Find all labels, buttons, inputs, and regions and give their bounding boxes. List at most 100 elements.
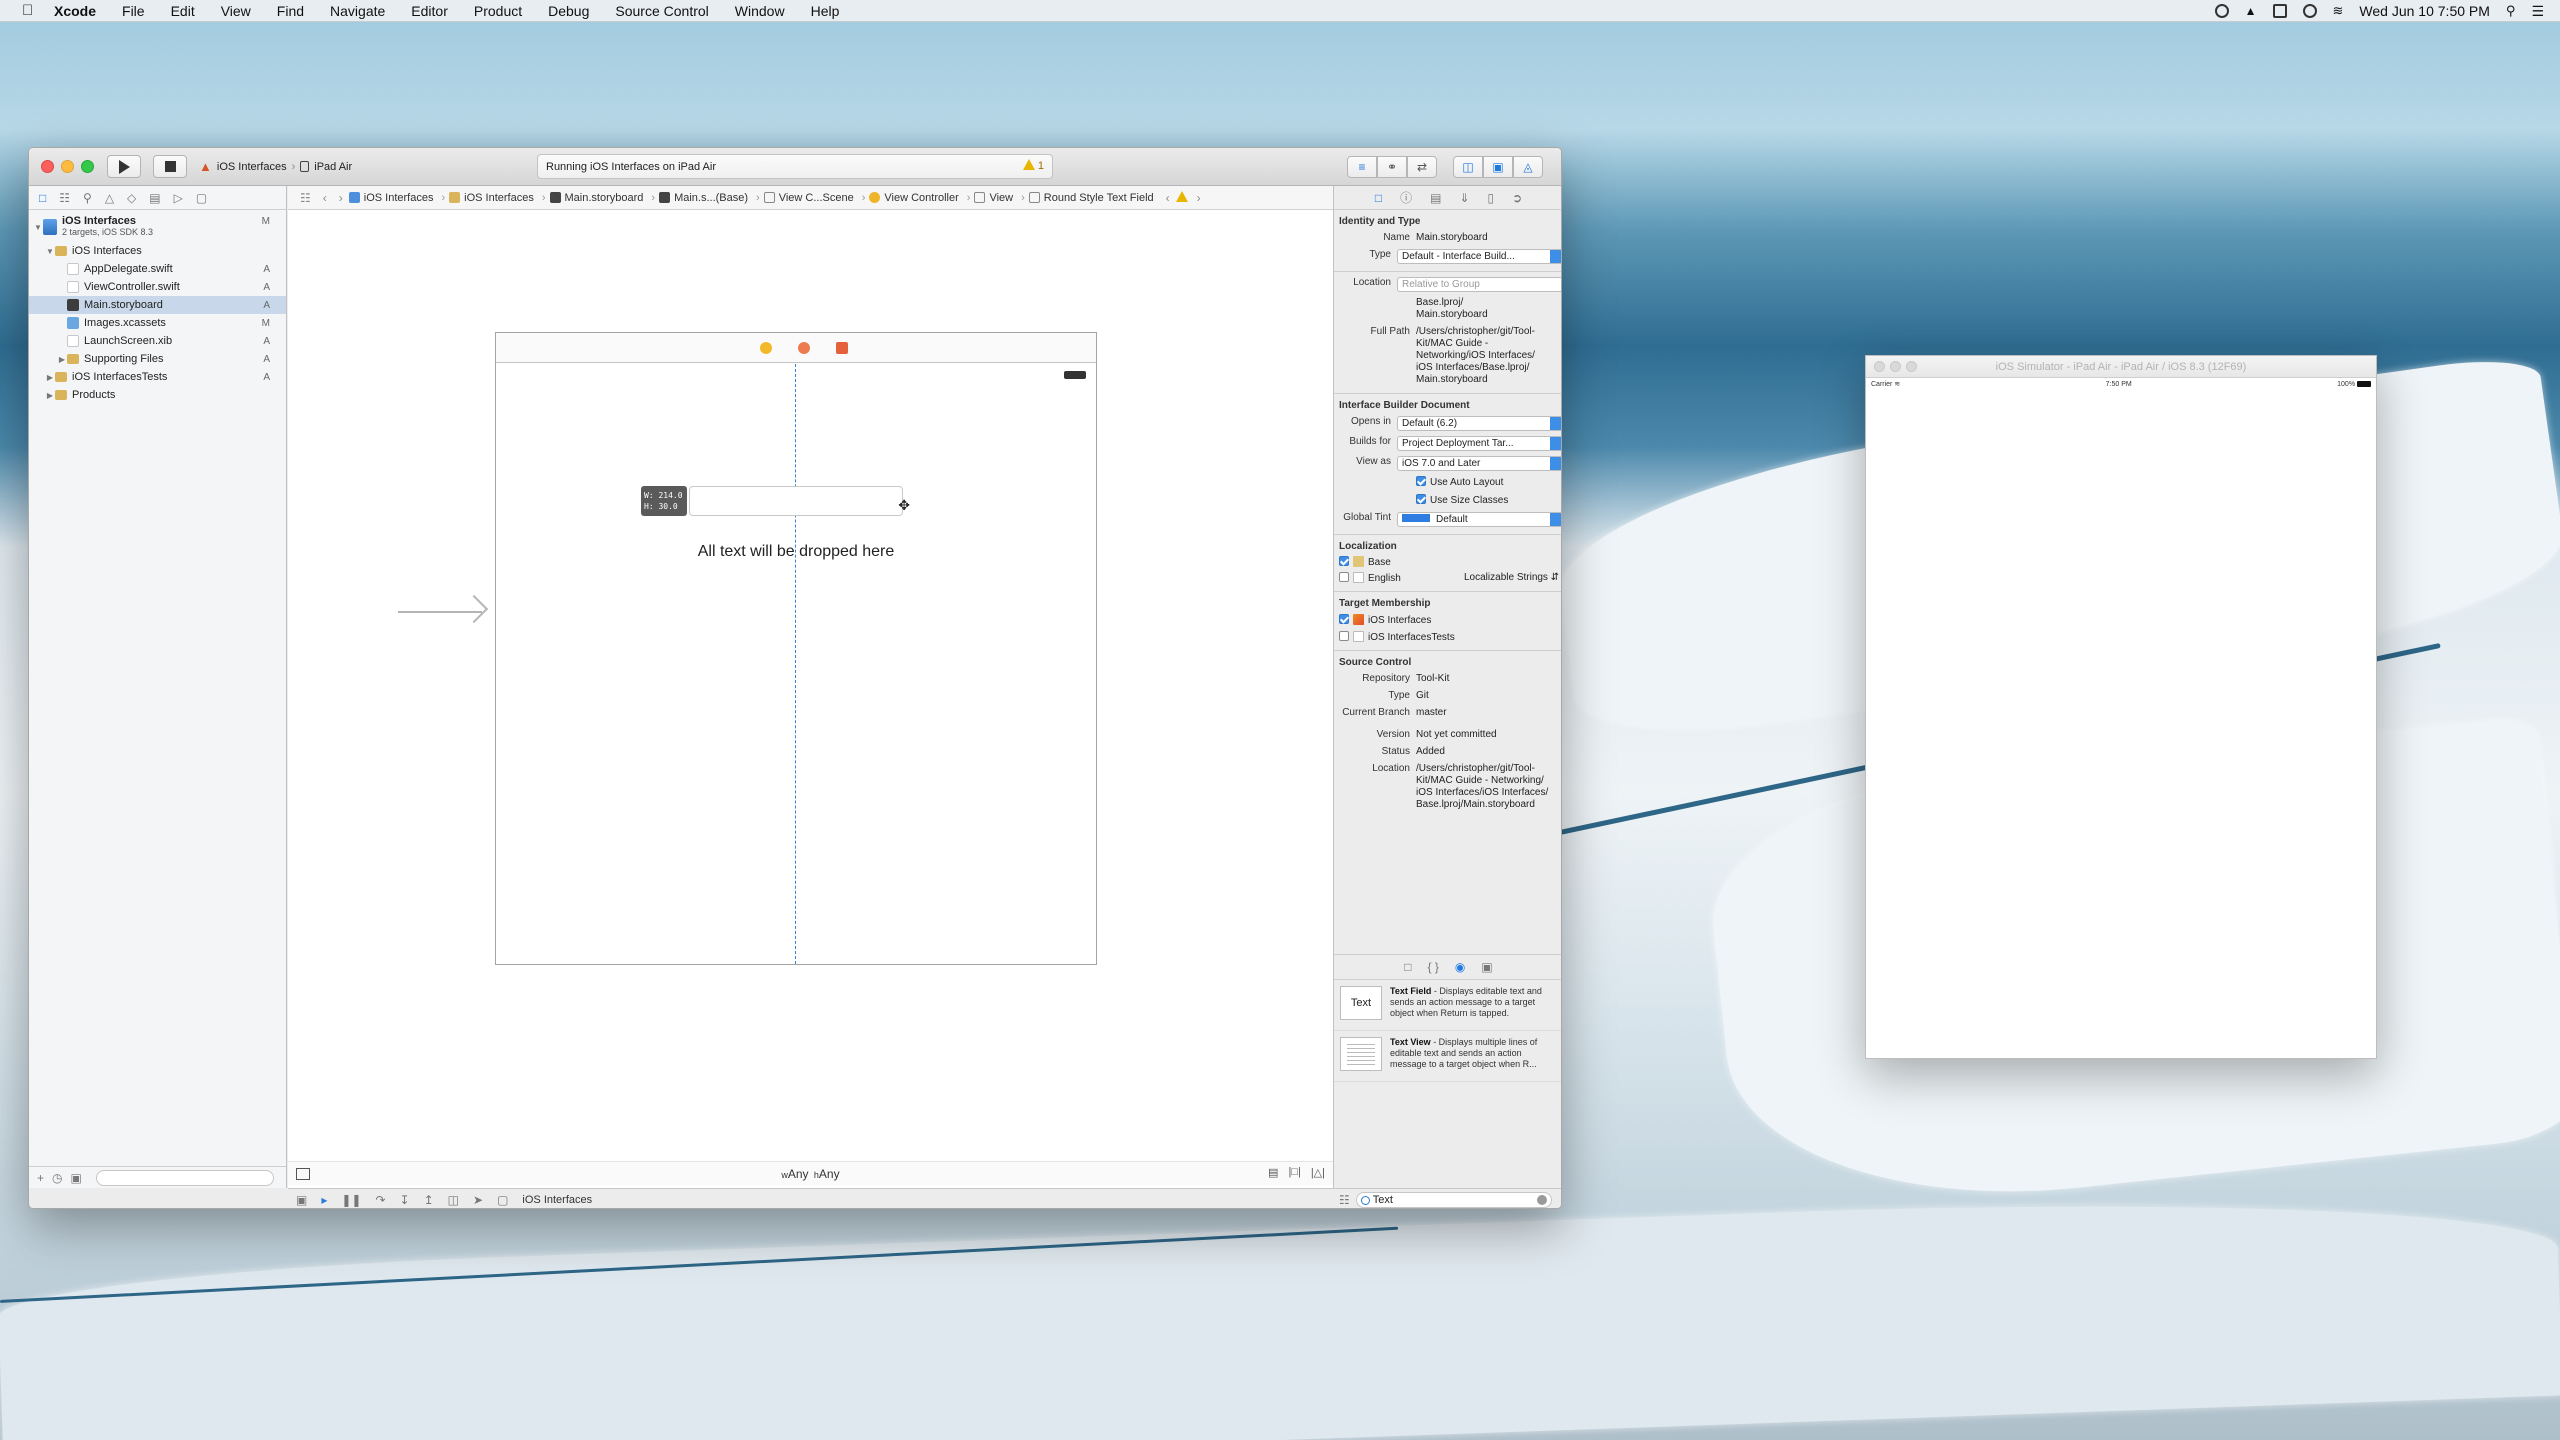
crumb-base[interactable]: Main.s...(Base) › (659, 192, 760, 204)
tree-item-file[interactable]: ViewController.swift A (29, 278, 286, 296)
breakpoints-toggle-icon[interactable]: ▸ (321, 1193, 327, 1207)
clear-search-icon[interactable] (1536, 1194, 1547, 1205)
menu-help[interactable]: Help (811, 3, 840, 19)
add-icon[interactable]: + (37, 1171, 44, 1185)
loc-strings-popup[interactable]: Localizable Strings ⇵ (1464, 572, 1559, 583)
menu-file[interactable]: File (122, 3, 145, 19)
toggle-navigator-button[interactable]: ◫ (1453, 156, 1483, 178)
loc-base-row[interactable]: Base (1334, 552, 1561, 568)
tree-item-group[interactable]: ▼ iOS Interfaces (29, 242, 286, 260)
minimize-window-button[interactable] (1890, 361, 1901, 372)
view-controller-icon[interactable] (760, 342, 772, 354)
tree-item-group[interactable]: ▶ Supporting Files A (29, 350, 286, 368)
tint-popup[interactable]: Default (1397, 512, 1561, 527)
identity-inspector-icon[interactable]: ▤ (1430, 191, 1441, 205)
close-window-button[interactable] (41, 160, 54, 173)
crumb-group[interactable]: iOS Interfaces › (449, 192, 546, 204)
warning-icon[interactable] (1175, 191, 1191, 204)
notification-icon[interactable]: ▲ (2245, 4, 2257, 18)
crumb-text-field[interactable]: Round Style Text Field (1028, 192, 1154, 204)
recent-files-icon[interactable]: ◷ (52, 1171, 62, 1185)
tree-item-file[interactable]: LaunchScreen.xib A (29, 332, 286, 350)
resize-handle-icon[interactable]: ✥ (898, 497, 910, 514)
tree-item-file-selected[interactable]: Main.storyboard A (29, 296, 286, 314)
test-icon[interactable]: ◇ (127, 191, 136, 205)
tree-item-group[interactable]: ▶ Products (29, 386, 286, 404)
run-button[interactable] (107, 155, 141, 178)
navigator-filter-field[interactable] (95, 1169, 274, 1186)
pause-icon[interactable]: ❚❚ (341, 1193, 361, 1207)
toggle-utilities-button[interactable]: ◬ (1513, 156, 1543, 178)
viewas-popup[interactable]: iOS 7.0 and Later (1397, 456, 1561, 471)
scheme-selector[interactable]: ▲ iOS Interfaces › iPad Air (199, 155, 352, 178)
hide-debug-area-icon[interactable]: ▣ (296, 1193, 307, 1207)
step-out-icon[interactable]: ↥ (424, 1193, 434, 1207)
notification-center-icon[interactable]: ☰ (2531, 3, 2544, 20)
builds-popup[interactable]: Project Deployment Tar... (1397, 436, 1561, 451)
disclosure-open-icon[interactable]: ▼ (45, 247, 55, 256)
storyboard-canvas[interactable]: W: 214.0 H: 30.0 ✥ All text will be drop… (288, 211, 1333, 1161)
symbol-icon[interactable]: ☷ (59, 191, 70, 205)
location-icon[interactable]: ➤ (473, 1193, 483, 1207)
menu-product[interactable]: Product (474, 3, 522, 19)
object-library-icon[interactable]: ◉ (1455, 960, 1465, 974)
file-inspector-icon[interactable]: □ (1375, 191, 1382, 205)
connections-inspector-icon[interactable]: ➲ (1512, 191, 1522, 205)
related-items-icon[interactable]: ☷ (300, 191, 311, 205)
ios-simulator-window[interactable]: iOS Simulator - iPad Air - iPad Air / iO… (1865, 355, 2377, 1059)
crumb-file[interactable]: Main.storyboard › (549, 192, 655, 204)
size-classes-checkbox[interactable]: Use Size Classes (1416, 494, 1561, 507)
debug-icon[interactable]: ▤ (149, 191, 160, 205)
debug-target-name[interactable]: iOS Interfaces (522, 1194, 592, 1206)
initial-view-controller-arrow[interactable] (398, 611, 482, 613)
tree-item-file[interactable]: AppDelegate.swift A (29, 260, 286, 278)
crumb-view-controller[interactable]: View Controller › (869, 192, 970, 204)
wifi-icon[interactable]: ≋ (2333, 3, 2344, 19)
disclosure-closed-icon[interactable]: ▶ (45, 391, 55, 400)
tree-item-file[interactable]: Images.xcassets M (29, 314, 286, 332)
library-search-field[interactable]: Text (1355, 1191, 1552, 1208)
type-popup[interactable]: Default - Interface Build... (1397, 249, 1561, 264)
drop-label[interactable]: All text will be dropped here (686, 543, 906, 561)
location-popup[interactable]: Relative to Group (1397, 277, 1561, 292)
media-library-icon[interactable]: ▣ (1481, 960, 1492, 974)
first-responder-icon[interactable] (798, 342, 810, 354)
grid-view-icon[interactable]: ☷ (1339, 1193, 1350, 1207)
menu-edit[interactable]: Edit (171, 3, 195, 19)
zoom-window-button[interactable] (81, 160, 94, 173)
target-tests-row[interactable]: iOS InterfacesTests (1334, 626, 1561, 643)
align-icon[interactable]: |□| (1288, 1166, 1300, 1179)
previous-issue-icon[interactable]: ‹ (1166, 191, 1170, 205)
round-style-text-field[interactable]: ✥ (689, 486, 910, 516)
menu-navigate[interactable]: Navigate (330, 3, 385, 19)
exit-icon[interactable] (836, 342, 848, 354)
quick-help-icon[interactable]: ⓘ (1400, 189, 1412, 206)
breakpoint-icon[interactable]: ▷ (174, 191, 183, 205)
size-inspector-icon[interactable]: ▯ (1488, 191, 1495, 205)
tree-item-group[interactable]: ▶ iOS InterfacesTests A (29, 368, 286, 386)
attributes-inspector-icon[interactable]: ⇓ (1459, 191, 1469, 205)
menu-find[interactable]: Find (277, 3, 304, 19)
menu-window[interactable]: Window (735, 3, 785, 19)
library-item-text-view[interactable]: Text View - Displays multiple lines of e… (1334, 1032, 1561, 1082)
report-icon[interactable]: ▢ (196, 191, 207, 205)
forward-icon[interactable]: › (339, 191, 343, 205)
menu-clock[interactable]: Wed Jun 10 7:50 PM (2359, 3, 2489, 19)
next-issue-icon[interactable]: › (1197, 191, 1201, 205)
menu-view[interactable]: View (221, 3, 251, 19)
folder-icon[interactable]: □ (39, 191, 46, 205)
file-template-icon[interactable]: □ (1404, 960, 1411, 974)
menu-editor[interactable]: Editor (411, 3, 448, 19)
warning-indicator[interactable]: 1 (1022, 159, 1044, 172)
search-icon[interactable]: ⚲ (83, 191, 92, 205)
pin-icon[interactable]: |△| (1311, 1166, 1325, 1179)
stack-icon[interactable]: ▤ (1268, 1166, 1278, 1179)
scm-filter-icon[interactable]: ▣ (71, 1171, 82, 1185)
code-snippet-icon[interactable]: { } (1428, 960, 1439, 974)
menu-debug[interactable]: Debug (548, 3, 589, 19)
sync-icon[interactable] (2302, 4, 2317, 18)
apple-icon[interactable]:  (22, 2, 38, 19)
view-debug-icon[interactable]: ◫ (448, 1193, 459, 1207)
target-app-row[interactable]: iOS Interfaces (1334, 609, 1561, 626)
zoom-window-button[interactable] (1906, 361, 1917, 372)
